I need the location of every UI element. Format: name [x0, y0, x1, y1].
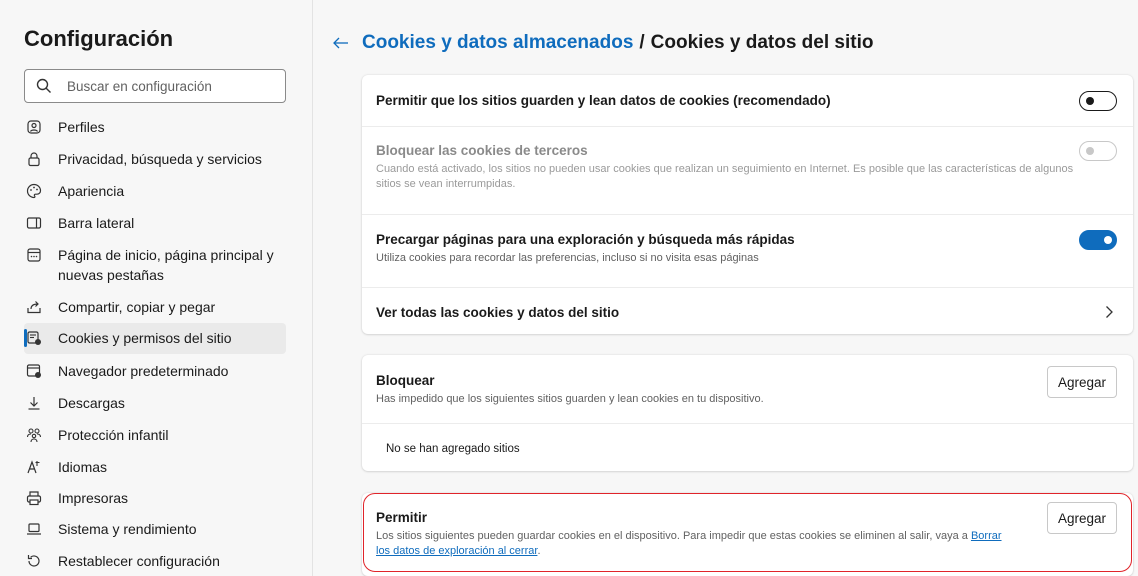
allow-cookies-toggle[interactable]: [1079, 91, 1117, 111]
annotation-highlight: [363, 493, 1132, 572]
block-desc: Has impedido que los siguientes sitios g…: [376, 393, 764, 405]
cookie-settings-card: Permitir que los sitios guarden y lean d…: [362, 75, 1133, 334]
sidebar-item-default-browser[interactable]: Navegador predeterminado: [24, 361, 286, 381]
preload-toggle[interactable]: [1079, 230, 1117, 250]
lock-icon: [28, 152, 40, 167]
search-icon: [36, 78, 51, 93]
sidebar-item-sidebar[interactable]: Barra lateral: [24, 213, 286, 233]
family-icon: [26, 428, 42, 443]
block-empty-message: No se han agregado sitios: [386, 443, 520, 455]
download-icon: [28, 397, 40, 410]
sidebar-divider: [312, 0, 313, 576]
see-all-cookies-row[interactable]: Ver todas las cookies y datos del sitio: [362, 288, 1133, 334]
allow-cookies-row: Permitir que los sitios guarden y lean d…: [362, 75, 1133, 126]
sidebar-item-languages[interactable]: Idiomas: [24, 457, 286, 477]
laptop-icon: [27, 523, 41, 535]
sidebar-item-reset[interactable]: Restablecer configuración: [24, 551, 286, 571]
sidebar-item-label: Apariencia: [58, 183, 125, 199]
sidebar-item-label: Sistema y rendimiento: [58, 521, 197, 537]
see-all-cookies-title: Ver todas las cookies y datos del sitio: [376, 305, 620, 320]
sidebar-item-profiles[interactable]: Perfiles: [24, 117, 286, 137]
sidebar-item-label: Barra lateral: [58, 215, 135, 231]
sidebar-item-appearance[interactable]: Apariencia: [24, 181, 286, 201]
sidebar-item-label: Impresoras: [58, 490, 129, 506]
toggle-knob: [1086, 97, 1094, 105]
sidebar-item-label: Cookies y permisos del sitio: [58, 330, 232, 346]
block-third-party-row: Bloquear las cookies de terceros Cuando …: [362, 127, 1133, 214]
divider: [362, 423, 1133, 424]
sidebar-item-label: Navegador predeterminado: [58, 363, 229, 379]
sidebar-item-share[interactable]: Compartir, copiar y pegar: [24, 297, 286, 317]
profile-icon: [27, 120, 41, 134]
sidebar-title: Configuración: [24, 26, 174, 51]
sidebar-item-cookies-permissions[interactable]: Cookies y permisos del sitio: [24, 323, 286, 354]
preload-title: Precargar páginas para una exploración y…: [376, 232, 795, 247]
breadcrumb: Cookies y datos almacenados / Cookies y …: [332, 32, 873, 54]
allow-cookies-title: Permitir que los sitios guarden y lean d…: [376, 93, 831, 108]
back-arrow-icon[interactable]: [332, 34, 350, 52]
sidebar-icon: [26, 217, 42, 229]
default-browser-icon: [26, 364, 41, 378]
sidebar-item-label: Perfiles: [58, 119, 105, 135]
sidebar-item-label: Compartir, copiar y pegar: [58, 299, 216, 315]
home-tabs-icon: [27, 248, 41, 262]
sidebar-item-printers[interactable]: Impresoras: [24, 488, 286, 508]
search-input[interactable]: Buscar en configuración: [24, 69, 286, 103]
toggle-knob: [1086, 147, 1094, 155]
cookies-permissions-icon: [27, 331, 41, 345]
block-title: Bloquear: [376, 373, 435, 388]
preload-desc: Utiliza cookies para recordar las prefer…: [376, 252, 759, 264]
sidebar-item-label: Descargas: [58, 395, 125, 411]
chevron-right-icon: [1106, 306, 1113, 318]
block-add-button[interactable]: Agregar: [1046, 366, 1117, 398]
palette-icon: [26, 183, 42, 199]
sidebar-item-label: Página de inicio, página principal y nue…: [58, 247, 274, 283]
search-placeholder: Buscar en configuración: [67, 78, 212, 94]
breadcrumb-separator: /: [639, 32, 645, 53]
sidebar-item-label: Privacidad, búsqueda y servicios: [58, 151, 262, 167]
language-icon: [27, 460, 40, 474]
sidebar-item-system[interactable]: Sistema y rendimiento: [24, 519, 286, 539]
sidebar-item-family[interactable]: Protección infantil: [24, 425, 286, 445]
breadcrumb-parent-link[interactable]: Cookies y datos almacenados: [362, 32, 633, 54]
active-indicator: [24, 329, 27, 347]
sidebar-item-downloads[interactable]: Descargas: [24, 393, 286, 413]
block-third-party-title: Bloquear las cookies de terceros: [376, 143, 588, 158]
sidebar-item-label: Idiomas: [58, 459, 108, 475]
sidebar-item-label: Restablecer configuración: [58, 553, 220, 569]
settings-sidebar: Configuración Buscar en configuración Pe…: [0, 0, 310, 576]
block-third-party-toggle[interactable]: [1079, 141, 1117, 161]
block-third-party-desc: Cuando está activado, los sitios no pued…: [376, 163, 1074, 190]
sidebar-item-privacy[interactable]: Privacidad, búsqueda y servicios: [24, 149, 286, 169]
sidebar-item-label: Protección infantil: [58, 427, 169, 443]
page-title: Cookies y datos del sitio: [650, 32, 874, 53]
printer-icon: [26, 491, 42, 506]
share-icon: [27, 301, 41, 314]
toggle-knob: [1104, 236, 1112, 244]
block-card: Bloquear Has impedido que los siguientes…: [362, 355, 1133, 471]
sidebar-item-start-home-tabs[interactable]: Página de inicio, página principal y nue…: [24, 245, 286, 285]
preload-row: Precargar páginas para una exploración y…: [362, 215, 1133, 287]
reset-icon: [27, 555, 40, 567]
